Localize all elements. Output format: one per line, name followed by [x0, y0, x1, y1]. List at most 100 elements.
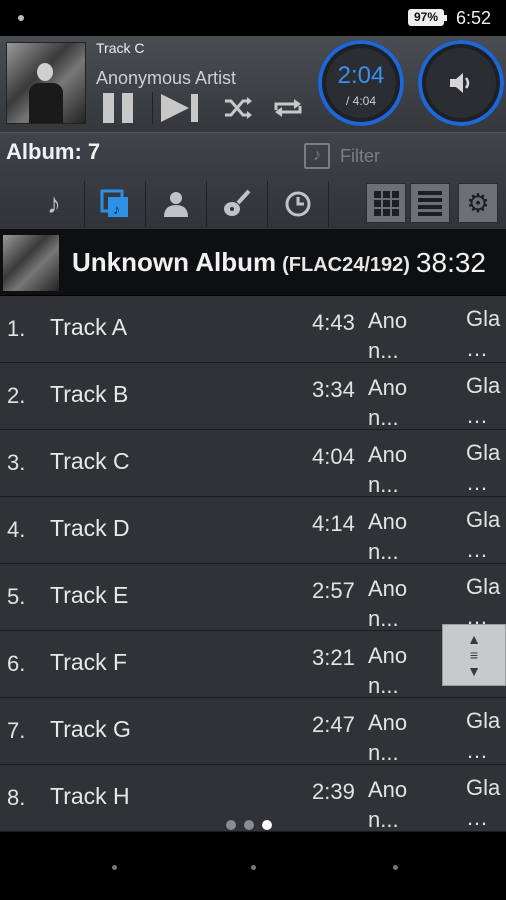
track-title: Track C: [50, 448, 130, 474]
pause-icon: [122, 93, 133, 123]
recents-button[interactable]: [393, 865, 398, 870]
svg-text:♪: ♪: [113, 201, 120, 217]
notification-dot-icon: [18, 15, 24, 21]
now-playing-album-art[interactable]: [6, 42, 86, 124]
track-duration: 2:47: [312, 712, 355, 737]
track-duration: 4:14: [312, 511, 355, 536]
track-duration: 3:21: [312, 645, 355, 670]
track-genre: Gla …: [466, 440, 501, 495]
track-row[interactable]: 3. Track C 4:04 Ano n... Gla …: [0, 430, 506, 497]
page-dot: [226, 820, 236, 830]
track-list[interactable]: 1. Track A 4:43 Ano n... Gla … 2. Track …: [0, 296, 506, 832]
track-row[interactable]: 5. Track E 2:57 Ano n... Gla …: [0, 564, 506, 631]
track-genre: Gla …: [466, 507, 501, 562]
track-row[interactable]: 2. Track B 3:34 Ano n... Gla …: [0, 363, 506, 430]
pause-button[interactable]: [98, 92, 138, 124]
track-artist: Ano n...: [368, 643, 408, 698]
volume-button[interactable]: [418, 40, 504, 126]
album-format: (FLAC24/192): [282, 254, 410, 276]
track-row[interactable]: 6. Track F 3:21 Ano n...: [0, 631, 506, 698]
tab-genres[interactable]: [207, 181, 268, 227]
next-icon: [160, 94, 189, 122]
filter-label: Filter: [340, 145, 380, 166]
track-artist: Ano n...: [368, 308, 408, 363]
album-count: Album: 7: [6, 139, 101, 164]
track-duration: 3:34: [312, 377, 355, 402]
clock-icon: [285, 191, 311, 217]
album-header[interactable]: Unknown Album (FLAC24/192) 38:32: [0, 229, 506, 295]
album-name: Unknown Album: [72, 247, 277, 277]
track-duration: 4:43: [312, 310, 355, 335]
back-button[interactable]: [112, 865, 117, 870]
album-duration: 38:32: [415, 247, 486, 278]
track-number: 3.: [7, 450, 26, 475]
track-title: Track E: [50, 582, 129, 608]
track-artist: Ano n...: [368, 509, 408, 564]
album-art: [3, 235, 59, 291]
status-clock: 6:52: [456, 8, 492, 28]
system-nav-bar: [0, 834, 506, 900]
track-genre: Gla …: [466, 574, 501, 629]
playback-progress-ring[interactable]: 2:04 / 4:04: [318, 40, 404, 126]
track-row[interactable]: 7. Track G 2:47 Ano n... Gla …: [0, 698, 506, 765]
list-icon: [418, 188, 442, 219]
scroll-down-icon: ▼: [467, 663, 481, 679]
track-title: Track H: [50, 783, 130, 809]
gear-icon: ⚙: [466, 187, 490, 218]
track-artist: Ano n...: [368, 442, 408, 497]
pause-icon: [103, 93, 114, 123]
filter-button[interactable]: ♪ Filter: [304, 143, 380, 169]
shuffle-button[interactable]: [218, 92, 258, 124]
library-toolbar: Album: 7 ♪ Filter ♪ ♪ ⚙: [0, 132, 506, 229]
track-artist: Ano n...: [368, 710, 408, 765]
now-playing-title: Track C: [96, 40, 145, 56]
music-note-icon: ♪: [47, 188, 61, 219]
track-duration: 2:39: [312, 779, 355, 804]
shuffle-icon: [225, 97, 252, 119]
track-number: 6.: [7, 651, 26, 676]
track-title: Track G: [50, 716, 131, 742]
track-title: Track B: [50, 381, 129, 407]
track-row[interactable]: 1. Track A 4:43 Ano n... Gla …: [0, 296, 506, 363]
list-view-button[interactable]: [410, 183, 450, 223]
page-dot-active: [262, 820, 272, 830]
track-title: Track D: [50, 515, 130, 541]
page-indicator: [226, 820, 272, 830]
track-number: 5.: [7, 584, 26, 609]
filter-icon: ♪: [304, 143, 330, 169]
repeat-icon: [274, 99, 302, 117]
tab-songs[interactable]: ♪: [24, 181, 85, 227]
grid-view-button[interactable]: [366, 183, 406, 223]
track-duration: 4:04: [312, 444, 355, 469]
track-genre: Gla …: [466, 306, 501, 361]
now-playing-bar: Track C Anonymous Artist 2:04 / 4:04: [0, 36, 506, 132]
page-dot: [244, 820, 254, 830]
grid-icon: [373, 190, 399, 216]
track-row[interactable]: 4. Track D 4:14 Ano n... Gla …: [0, 497, 506, 564]
track-number: 4.: [7, 517, 26, 542]
next-track-button[interactable]: [152, 92, 205, 124]
track-artist: Ano n...: [368, 777, 408, 832]
now-playing-artist: Anonymous Artist: [96, 68, 237, 88]
track-artist: Ano n...: [368, 375, 408, 430]
scroll-grip-icon: ≡: [469, 647, 479, 663]
fast-scroll-handle[interactable]: ▲ ≡ ▼: [442, 624, 506, 686]
repeat-button[interactable]: [266, 92, 310, 124]
tab-recent[interactable]: [268, 181, 329, 227]
track-genre: Gla …: [466, 373, 501, 428]
track-title: Track F: [50, 649, 128, 675]
battery-indicator: 97%: [408, 9, 447, 26]
home-button[interactable]: [251, 865, 256, 870]
track-duration: 2:57: [312, 578, 355, 603]
settings-button[interactable]: ⚙: [458, 183, 498, 223]
albums-icon: ♪: [100, 189, 128, 217]
track-genre: Gla …: [466, 708, 501, 763]
track-number: 7.: [7, 718, 26, 743]
tab-albums[interactable]: ♪: [85, 181, 146, 227]
album-title: Unknown Album (FLAC24/192): [72, 247, 410, 278]
track-number: 1.: [7, 316, 26, 341]
person-icon: [164, 192, 188, 217]
tab-artists[interactable]: [146, 181, 207, 227]
track-genre: Gla …: [466, 775, 501, 830]
track-number: 8.: [7, 785, 26, 810]
